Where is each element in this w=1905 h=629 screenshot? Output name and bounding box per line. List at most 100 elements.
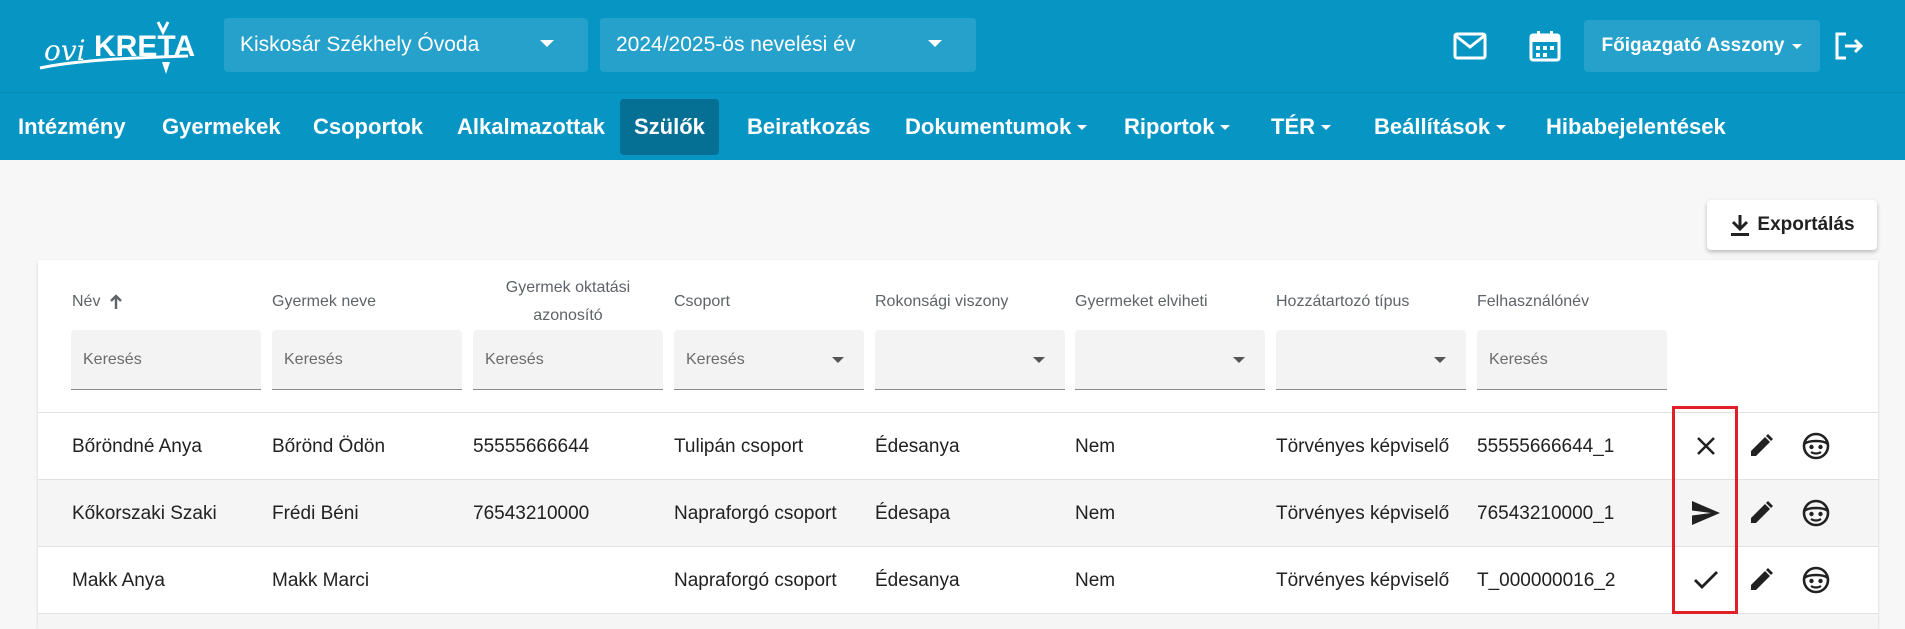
nav-label: Dokumentumok (905, 114, 1072, 139)
filter-gyermek-neve-input[interactable]: Keresés (272, 330, 462, 390)
nav-label: Beállítások (1374, 114, 1491, 139)
nav-item-ter[interactable]: TÉR (1257, 99, 1345, 155)
nav-item-csoportok[interactable]: Csoportok (299, 99, 437, 155)
edit-pencil-icon[interactable] (1741, 560, 1781, 600)
svg-text:ovi: ovi (44, 34, 86, 67)
column-header-csoport[interactable]: Csoport (674, 288, 730, 316)
user-menu-button[interactable]: Főigazgató Asszony (1584, 20, 1820, 72)
cell-csoport: Napraforgó csoport (674, 569, 837, 591)
header-label: Gyermek neve (272, 293, 377, 310)
nav-label: Hibabejelentések (1546, 114, 1726, 139)
export-button[interactable]: Exportálás (1707, 200, 1877, 250)
filter-felhasznalonev-input[interactable]: Keresés (1477, 330, 1667, 390)
table-row: Kőkorszaki Szaki Frédi Béni 76543210000 … (38, 479, 1878, 546)
nav-item-riportok[interactable]: Riportok (1110, 99, 1244, 155)
chevron-down-icon (1220, 124, 1231, 130)
chevron-down-icon (1033, 357, 1045, 363)
cell-oktatasi-azonosito: 76543210000 (473, 502, 590, 524)
filter-oktatasi-azonosito-input[interactable]: Keresés (473, 330, 663, 390)
edit-pencil-icon[interactable] (1741, 426, 1781, 466)
filter-placeholder: Keresés (1489, 350, 1548, 368)
institution-select[interactable]: Kiskosár Székhely Óvoda (224, 18, 588, 72)
download-icon (1731, 215, 1750, 236)
cell-gyermeket-elviheti: Nem (1075, 435, 1116, 457)
nav-item-hibabejelentesek[interactable]: Hibabejelentések (1532, 99, 1740, 155)
chevron-down-icon (1077, 124, 1088, 130)
chevron-down-icon (1496, 124, 1507, 130)
filter-csoport-select[interactable]: Keresés (674, 330, 864, 390)
year-select[interactable]: 2024/2025-ös nevelési év (600, 18, 976, 72)
cell-gyermeket-elviheti: Nem (1075, 502, 1116, 524)
header-label: Gyermeket elviheti (1075, 293, 1208, 310)
year-select-value: 2024/2025-ös nevelési év (616, 33, 856, 56)
impersonate-icon[interactable] (1796, 560, 1836, 600)
cell-nev: Kőkorszaki Szaki (72, 502, 217, 524)
filter-placeholder: Keresés (284, 350, 343, 368)
filter-placeholder: Keresés (485, 350, 544, 368)
chevron-down-icon (1321, 124, 1331, 130)
filter-gyermeket-elviheti-select[interactable] (1075, 330, 1265, 390)
table-row: Bőröndné Anya Bőrönd Ödön 55555666644 Tu… (38, 412, 1878, 479)
edit-pencil-icon[interactable] (1741, 493, 1781, 533)
chevron-down-icon (1434, 357, 1446, 363)
chevron-down-icon (928, 40, 942, 47)
impersonate-icon[interactable] (1796, 493, 1836, 533)
mail-icon[interactable] (1450, 26, 1490, 66)
filter-rokonsagi-viszony-select[interactable] (875, 330, 1065, 390)
cell-nev: Bőröndné Anya (72, 435, 202, 457)
cell-felhasznalonev: 55555666644_1 (1477, 435, 1615, 457)
nav-item-beallitasok[interactable]: Beállítások (1360, 99, 1520, 155)
header-label: Csoport (674, 293, 731, 310)
cell-gyermeket-elviheti: Nem (1075, 569, 1116, 591)
chevron-down-icon (832, 357, 844, 363)
header-label: Név (72, 293, 101, 310)
filter-hozzatartozo-tipus-select[interactable] (1276, 330, 1466, 390)
impersonate-icon[interactable] (1796, 426, 1836, 466)
cell-oktatasi-azonosito: 55555666644 (473, 435, 590, 457)
cell-felhasznalonev: T_000000016_2 (1477, 569, 1616, 591)
institution-select-value: Kiskosár Székhely Óvoda (240, 33, 480, 56)
main-nav: Intézmény Gyermekek Csoportok Alkalmazot… (0, 92, 1905, 160)
export-label: Exportálás (1757, 214, 1855, 235)
cell-gyermek-neve: Bőrönd Ödön (272, 435, 386, 457)
chevron-down-icon (540, 40, 554, 47)
logo-graphic: ovi KRETA (39, 21, 195, 74)
cell-nev: Makk Anya (72, 569, 165, 591)
logout-icon[interactable] (1829, 26, 1869, 66)
cell-gyermek-neve: Frédi Béni (272, 502, 359, 524)
calendar-icon[interactable] (1525, 26, 1565, 66)
ovikreta-logo[interactable]: ovi KRETA (38, 16, 208, 78)
nav-item-dokumentumok[interactable]: Dokumentumok (891, 99, 1101, 155)
nav-item-alkalmazottak[interactable]: Alkalmazottak (443, 99, 619, 155)
cell-rokonsagi-viszony: Édesanya (875, 569, 960, 591)
filter-nev-input[interactable]: Keresés (71, 330, 261, 390)
nav-label: Riportok (1124, 114, 1215, 139)
column-header-hozzatartozo-tipus[interactable]: Hozzátartozó típus (1276, 288, 1409, 316)
column-header-gyermek-neve[interactable]: Gyermek neve (272, 288, 376, 316)
svg-text:KRETA: KRETA (94, 30, 195, 63)
cell-csoport: Napraforgó csoport (674, 502, 837, 524)
header-label: Felhasználónév (1477, 293, 1590, 310)
column-header-oktatasi-azonosito[interactable]: Gyermek oktatási azonosító (473, 274, 663, 330)
nav-item-intezmeny[interactable]: Intézmény (4, 99, 140, 155)
nav-label: Intézmény (18, 114, 126, 139)
cell-hozzatartozo-tipus: Törvényes képviselő (1276, 569, 1450, 591)
sort-ascending-icon[interactable] (109, 294, 123, 310)
user-name: Főigazgató Asszony (1601, 35, 1785, 56)
cell-rokonsagi-viszony: Édesanya (875, 435, 960, 457)
parents-table: Név Gyermek neve Gyermek oktatási azonos… (38, 260, 1878, 629)
column-header-rokonsagi-viszony[interactable]: Rokonsági viszony (875, 288, 1008, 316)
column-header-nev[interactable]: Név (72, 288, 123, 316)
nav-label: Csoportok (313, 114, 423, 139)
chevron-down-icon (1233, 357, 1245, 363)
column-header-gyermeket-elviheti[interactable]: Gyermeket elviheti (1075, 288, 1208, 316)
nav-item-szulok[interactable]: Szülők (620, 99, 719, 155)
cell-felhasznalonev: 76543210000_1 (1477, 502, 1615, 524)
cell-hozzatartozo-tipus: Törvényes képviselő (1276, 502, 1450, 524)
table-row (38, 613, 1878, 629)
nav-item-gyermekek[interactable]: Gyermekek (148, 99, 295, 155)
header-label: Rokonsági viszony (875, 293, 1009, 310)
filter-placeholder: Keresés (686, 350, 745, 368)
nav-item-beiratkozas[interactable]: Beiratkozás (733, 99, 885, 155)
column-header-felhasznalonev[interactable]: Felhasználónév (1477, 288, 1589, 316)
